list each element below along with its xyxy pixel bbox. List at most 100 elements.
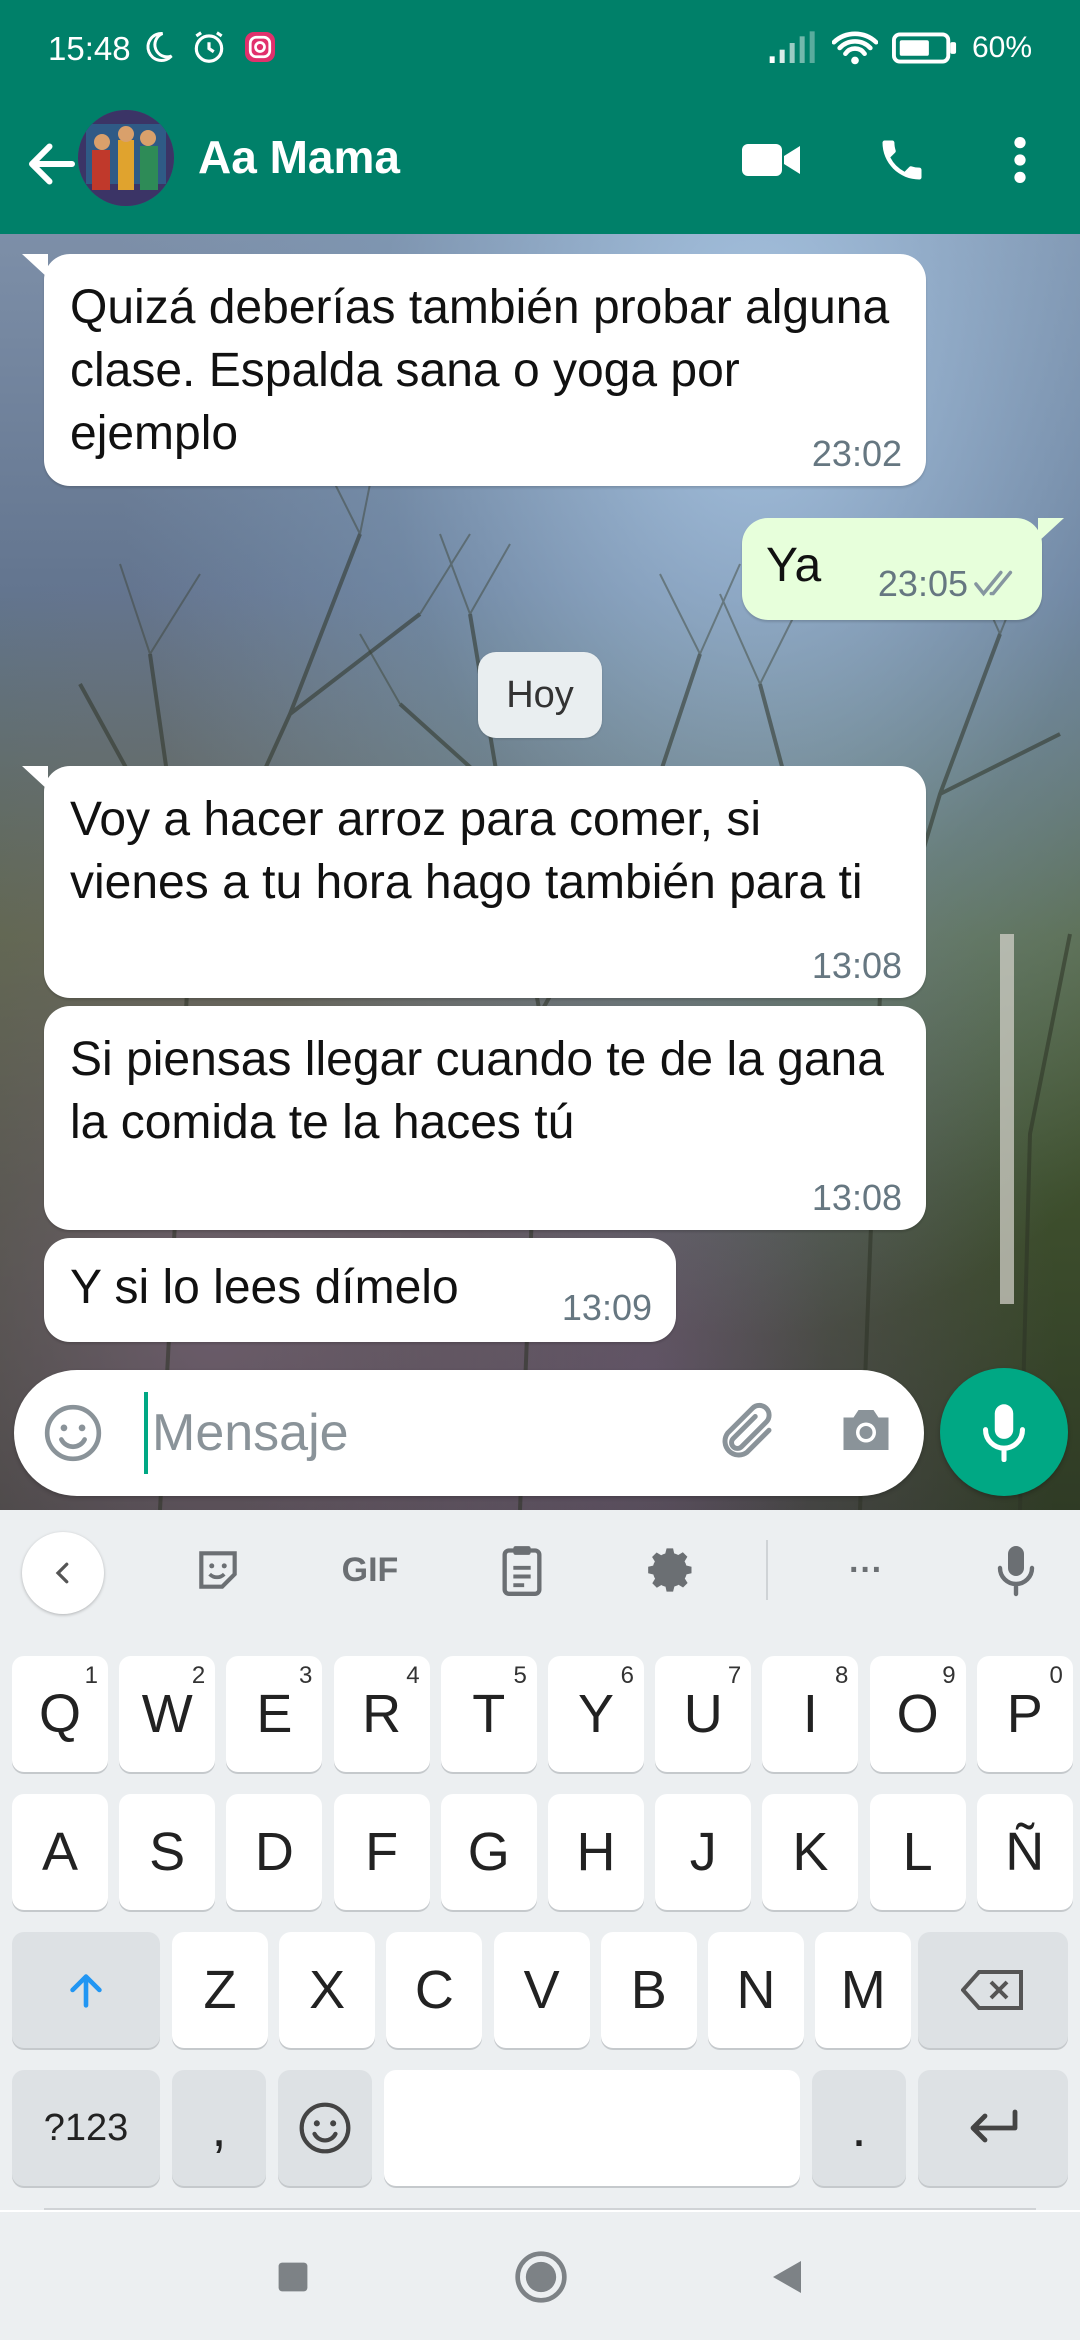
key-s[interactable]: S [119,1794,216,1910]
key-hint: 8 [835,1662,849,1689]
message-bubble-incoming[interactable]: Y si lo lees dímelo 13:09 [44,1238,676,1342]
camera-button[interactable] [836,1400,902,1466]
key-m[interactable]: M [815,1932,912,2048]
key-label: Ñ [1005,1822,1045,1882]
message-bubble-outgoing[interactable]: Ya 23:05 [742,518,1042,620]
message-input[interactable] [144,1392,704,1474]
key-q[interactable]: Q1 [12,1656,108,1772]
smiley-icon [299,2102,351,2154]
bubble-tail [22,766,48,790]
key-label: O [896,1684,939,1744]
key-w[interactable]: W2 [119,1656,216,1772]
key-k[interactable]: K [762,1794,859,1910]
back-nav-button[interactable] [756,2246,818,2308]
settings-button[interactable] [640,1538,704,1602]
toolbar-collapse-button[interactable] [22,1532,104,1614]
key-p[interactable]: P0 [976,1656,1073,1772]
more-toolbar-button[interactable]: ··· [826,1538,906,1602]
key-ñ[interactable]: Ñ [976,1794,1073,1910]
key-label: H [576,1822,616,1882]
key-y[interactable]: Y6 [548,1656,644,1772]
message-bubble-incoming[interactable]: Quizá deberías también probar alguna cla… [44,254,926,486]
status-left-icons [140,28,278,66]
key-e[interactable]: E3 [226,1656,323,1772]
key-d[interactable]: D [226,1794,323,1910]
key-b[interactable]: B [600,1932,697,2048]
voice-input-button[interactable] [984,1538,1048,1602]
key-label: M [840,1960,886,2020]
voice-call-button[interactable] [870,128,934,192]
key-u[interactable]: U7 [655,1656,752,1772]
enter-key[interactable] [918,2070,1068,2186]
navigation-bar [0,2212,1080,2340]
triangle-back-icon [773,2261,801,2293]
key-r[interactable]: R4 [333,1656,430,1772]
key-hint: 5 [513,1662,527,1689]
chat-header: Aa Mama [0,100,1080,234]
key-label: Y [577,1684,615,1744]
home-button[interactable] [510,2246,572,2308]
key-label: L [902,1822,933,1882]
kebab-menu-icon [1014,137,1026,183]
message-bubble-incoming[interactable]: Voy a hacer arroz para comer, si vienes … [44,766,926,998]
key-label: G [467,1822,510,1882]
back-button[interactable] [22,134,82,194]
key-x[interactable]: X [279,1932,376,2048]
gear-icon [648,1548,692,1592]
key-label: K [792,1822,829,1882]
period-key[interactable]: . [812,2070,906,2186]
more-options-button[interactable] [988,128,1052,192]
emoji-key[interactable] [278,2070,372,2186]
sticker-button[interactable] [186,1538,250,1602]
key-l[interactable]: L [869,1794,966,1910]
key-v[interactable]: V [493,1932,590,2048]
key-label: U [683,1684,723,1744]
key-i[interactable]: I8 [762,1656,859,1772]
clipboard-button[interactable] [490,1538,554,1602]
message-bubble-incoming[interactable]: Si piensas llegar cuando te de la gana l… [44,1006,926,1230]
key-hint: 0 [1049,1662,1063,1689]
key-label: V [523,1960,560,2020]
key-f[interactable]: F [333,1794,430,1910]
gif-button[interactable]: GIF [330,1538,410,1602]
key-a[interactable]: A [12,1794,108,1910]
bubble-tail [1038,518,1064,542]
clipboard-icon [502,1546,542,1596]
key-n[interactable]: N [708,1932,804,2048]
avatar[interactable] [78,110,174,206]
key-label: S [149,1822,186,1882]
comma-key[interactable]: , [172,2070,266,2186]
key-hint: 9 [942,1662,956,1689]
key-hint: 2 [191,1662,206,1689]
contact-name[interactable]: Aa Mama [198,130,400,184]
key-label: F [365,1822,399,1882]
attach-button[interactable] [714,1400,780,1466]
key-t[interactable]: T5 [440,1656,537,1772]
key-label: Q [38,1684,81,1744]
key-o[interactable]: O9 [869,1656,966,1772]
key-c[interactable]: C [386,1932,483,2048]
key-label: D [254,1822,294,1882]
key-g[interactable]: G [440,1794,537,1910]
microphone-icon [983,1404,1025,1462]
key-h[interactable]: H [548,1794,644,1910]
recents-button[interactable] [262,2246,324,2308]
key-label: R [362,1684,402,1744]
keyboard: GIF ··· ?123 , . Q1W2E3R4T5Y6U7I8O9P0ASD… [0,1510,1080,2210]
shift-key[interactable] [12,1932,160,2048]
key-label: J [689,1822,717,1882]
key-hint: 6 [620,1662,634,1689]
space-key[interactable] [384,2070,800,2186]
key-j[interactable]: J [655,1794,752,1910]
chat-area[interactable]: Quizá deberías también probar alguna cla… [0,234,1080,1510]
emoji-button[interactable] [42,1402,104,1464]
key-label: P [1006,1684,1043,1744]
symbols-key[interactable]: ?123 [12,2070,160,2186]
keyboard-toolbar: GIF ··· [0,1510,1080,1630]
voice-message-button[interactable] [940,1368,1068,1496]
video-call-button[interactable] [740,128,804,192]
key-z[interactable]: Z [172,1932,268,2048]
key-label: W [141,1684,193,1744]
sticker-icon [199,1551,237,1589]
backspace-key[interactable] [918,1932,1068,2048]
